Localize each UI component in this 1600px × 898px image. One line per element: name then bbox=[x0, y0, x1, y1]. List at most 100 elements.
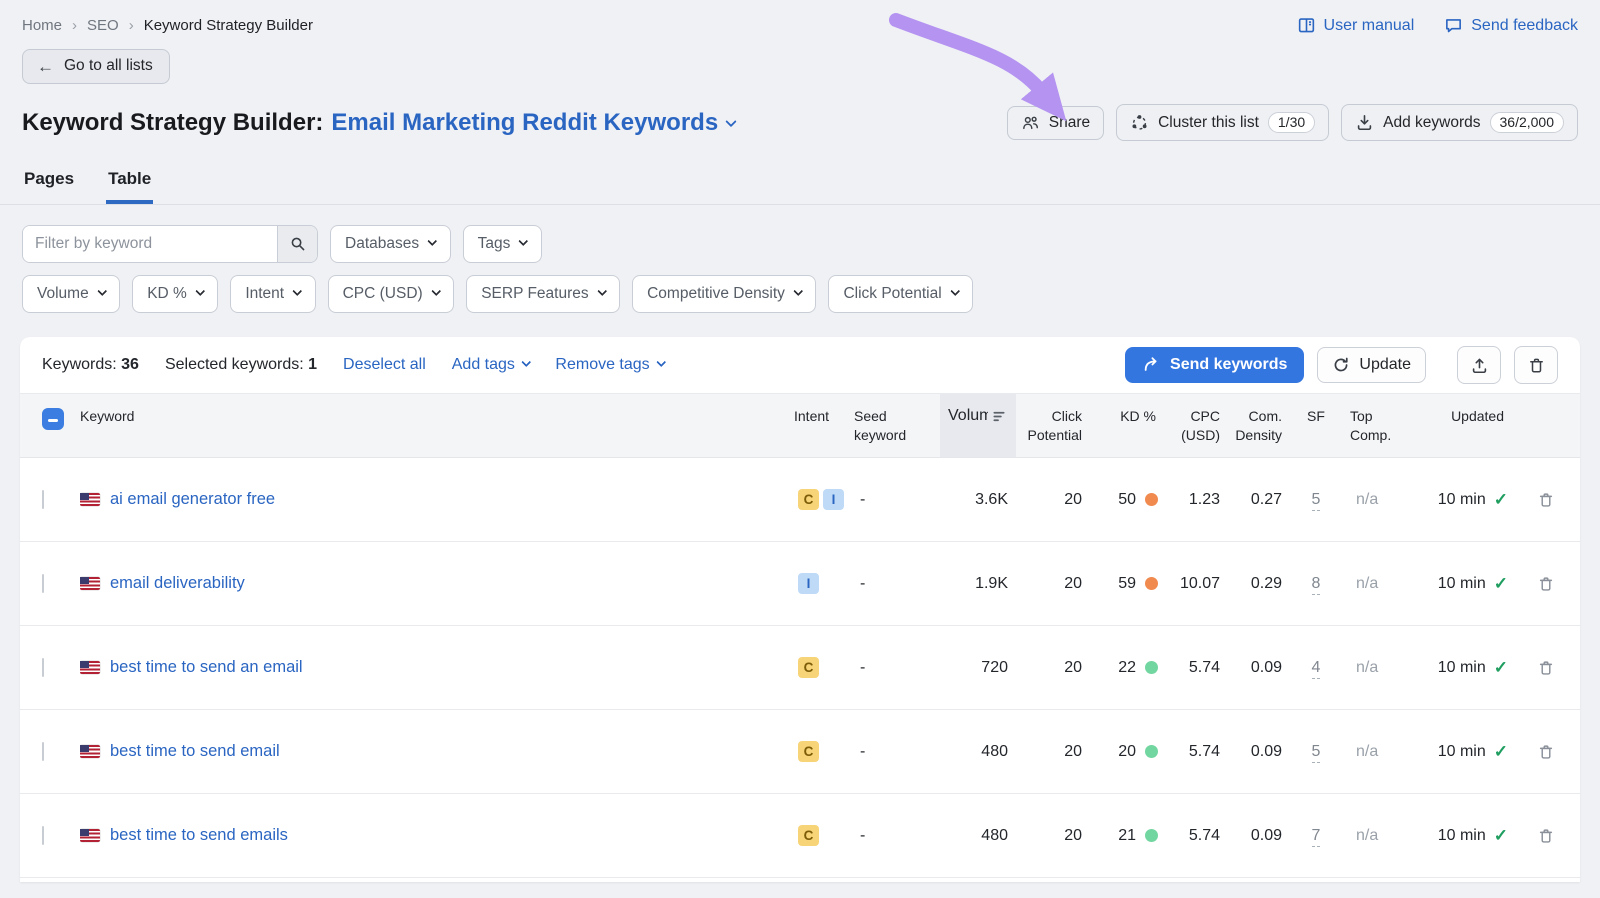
keyword-link[interactable]: best time to send an email bbox=[110, 658, 303, 677]
com-density-cell: 0.09 bbox=[1228, 743, 1290, 761]
col-volume-sorted[interactable]: Volume bbox=[940, 394, 1016, 457]
sf-link[interactable]: 5 bbox=[1312, 743, 1321, 763]
delete-row-button[interactable] bbox=[1512, 743, 1580, 761]
col-click-potential[interactable]: Click Potential bbox=[1016, 394, 1090, 457]
trash-icon bbox=[1537, 827, 1555, 845]
user-manual-link[interactable]: User manual bbox=[1297, 16, 1415, 35]
volume-cell: 3.6K bbox=[940, 491, 1016, 509]
cpc-cell: 5.74 bbox=[1164, 659, 1228, 677]
chevron-down-icon bbox=[431, 286, 440, 295]
search-button[interactable] bbox=[277, 226, 317, 262]
selected-keywords-count: Selected keywords: 1 bbox=[165, 356, 317, 374]
kd-level-dot bbox=[1145, 829, 1158, 842]
delete-row-button[interactable] bbox=[1512, 491, 1580, 509]
breadcrumb-seo[interactable]: SEO bbox=[87, 17, 119, 34]
list-name-dropdown[interactable]: Email Marketing Reddit Keywords bbox=[331, 109, 735, 137]
col-top-comp[interactable]: Top Comp. bbox=[1342, 394, 1416, 457]
intent-filter[interactable]: Intent bbox=[230, 275, 315, 313]
kd-value: 20 bbox=[1118, 743, 1136, 761]
send-keywords-button[interactable]: Send keywords bbox=[1125, 347, 1304, 383]
col-kd[interactable]: KD % bbox=[1090, 394, 1164, 457]
col-seed-keyword[interactable]: Seed keyword bbox=[846, 394, 940, 457]
col-sf[interactable]: SF bbox=[1290, 394, 1342, 457]
kd-filter[interactable]: KD % bbox=[132, 275, 218, 313]
updated-value: 10 min bbox=[1438, 743, 1486, 761]
keyword-link[interactable]: best time to send emails bbox=[110, 826, 288, 845]
intent-badge-c: C bbox=[798, 825, 819, 846]
click-potential-filter[interactable]: Click Potential bbox=[828, 275, 973, 313]
go-to-all-lists-label: Go to all lists bbox=[64, 57, 153, 75]
cluster-this-list-button[interactable]: Cluster this list 1/30 bbox=[1116, 104, 1329, 141]
kd-value: 59 bbox=[1118, 575, 1136, 593]
deselect-all-link[interactable]: Deselect all bbox=[343, 356, 426, 374]
volume-filter[interactable]: Volume bbox=[22, 275, 120, 313]
click-potential-cell: 20 bbox=[1016, 491, 1090, 509]
export-button[interactable] bbox=[1457, 346, 1501, 384]
keyword-link[interactable]: best time to send email bbox=[110, 742, 280, 761]
kd-level-dot bbox=[1145, 493, 1158, 506]
breadcrumb-home[interactable]: Home bbox=[22, 17, 62, 34]
add-keywords-button[interactable]: Add keywords 36/2,000 bbox=[1341, 104, 1578, 141]
seed-keyword-cell: - bbox=[846, 743, 940, 761]
volume-cell: 480 bbox=[940, 827, 1016, 845]
kd-value: 21 bbox=[1118, 827, 1136, 845]
cluster-count-badge: 1/30 bbox=[1268, 112, 1315, 133]
select-all-checkbox[interactable] bbox=[42, 408, 64, 430]
row-checkbox[interactable] bbox=[42, 658, 44, 677]
search-icon bbox=[289, 235, 307, 253]
go-to-all-lists-button[interactable]: ← Go to all lists bbox=[22, 49, 170, 84]
competitive-density-filter[interactable]: Competitive Density bbox=[632, 275, 816, 313]
delete-row-button[interactable] bbox=[1512, 575, 1580, 593]
delete-row-button[interactable] bbox=[1512, 827, 1580, 845]
delete-row-button[interactable] bbox=[1512, 659, 1580, 677]
updated-value: 10 min bbox=[1438, 659, 1486, 677]
row-checkbox[interactable] bbox=[42, 742, 44, 761]
sf-link[interactable]: 8 bbox=[1312, 575, 1321, 595]
top-comp-cell: n/a bbox=[1342, 827, 1416, 845]
databases-filter[interactable]: Databases bbox=[330, 225, 451, 263]
sf-link[interactable]: 4 bbox=[1312, 659, 1321, 679]
col-keyword[interactable]: Keyword bbox=[80, 394, 786, 457]
cpc-filter[interactable]: CPC (USD) bbox=[328, 275, 455, 313]
seed-keyword-cell: - bbox=[846, 491, 940, 509]
col-intent[interactable]: Intent bbox=[786, 394, 846, 457]
chevron-down-icon bbox=[428, 236, 437, 245]
keyword-link[interactable]: email deliverability bbox=[110, 574, 245, 593]
delete-list-button[interactable] bbox=[1514, 346, 1558, 384]
col-updated[interactable]: Updated bbox=[1416, 394, 1512, 457]
share-button[interactable]: Share bbox=[1007, 106, 1104, 140]
trash-icon bbox=[1537, 743, 1555, 761]
send-keywords-label: Send keywords bbox=[1170, 356, 1287, 374]
add-tags-dropdown[interactable]: Add tags bbox=[452, 356, 530, 374]
keywords-count: Keywords: 36 bbox=[42, 356, 139, 374]
tags-filter[interactable]: Tags bbox=[463, 225, 542, 263]
send-feedback-link[interactable]: Send feedback bbox=[1444, 16, 1578, 35]
add-keywords-count-badge: 36/2,000 bbox=[1490, 112, 1565, 133]
add-keywords-label: Add keywords bbox=[1383, 114, 1480, 132]
updated-value: 10 min bbox=[1438, 827, 1486, 845]
trash-icon bbox=[1537, 659, 1555, 677]
table-row: best time to send email C - 480 20 20 5.… bbox=[20, 710, 1580, 794]
sf-link[interactable]: 5 bbox=[1312, 491, 1321, 511]
serp-features-filter[interactable]: SERP Features bbox=[466, 275, 620, 313]
forward-arrow-icon bbox=[1142, 356, 1161, 374]
cpc-cell: 10.07 bbox=[1164, 575, 1228, 593]
update-button[interactable]: Update bbox=[1317, 347, 1426, 383]
row-checkbox[interactable] bbox=[42, 490, 44, 509]
chevron-down-icon bbox=[195, 286, 204, 295]
col-cpc[interactable]: CPC (USD) bbox=[1164, 394, 1228, 457]
sf-link[interactable]: 7 bbox=[1312, 827, 1321, 847]
tab-pages[interactable]: Pages bbox=[22, 165, 76, 204]
row-checkbox[interactable] bbox=[42, 826, 44, 845]
keyword-filter-input[interactable] bbox=[23, 226, 277, 262]
keyword-link[interactable]: ai email generator free bbox=[110, 490, 275, 509]
tab-table[interactable]: Table bbox=[106, 165, 153, 204]
remove-tags-dropdown[interactable]: Remove tags bbox=[555, 356, 664, 374]
share-label: Share bbox=[1049, 114, 1090, 132]
row-checkbox[interactable] bbox=[42, 574, 44, 593]
col-com-density[interactable]: Com. Density bbox=[1228, 394, 1290, 457]
us-flag-icon bbox=[80, 829, 100, 842]
chevron-down-icon bbox=[293, 286, 302, 295]
com-density-cell: 0.27 bbox=[1228, 491, 1290, 509]
top-bar: Home › SEO › Keyword Strategy Builder Us… bbox=[22, 0, 1578, 35]
